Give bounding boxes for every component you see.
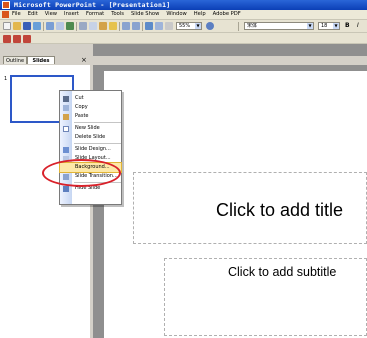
- copy-icon[interactable]: [89, 22, 97, 30]
- title-placeholder[interactable]: Click to add title: [133, 172, 367, 244]
- new-slide-toolbar-icon[interactable]: [3, 35, 11, 43]
- menu-separator: [74, 143, 121, 144]
- menu-item-label: Copy: [75, 104, 88, 110]
- menu-item-delete-slide[interactable]: Delete Slide: [60, 133, 121, 142]
- font-name-value: 宋体: [247, 23, 258, 29]
- new-icon[interactable]: [3, 22, 11, 30]
- standard-toolbar: 55% ▼ 宋体 ▼ 18 ▼ B I: [0, 20, 367, 33]
- chevron-down-icon[interactable]: ▼: [307, 23, 313, 29]
- menu-item-new-slide[interactable]: New Slide: [60, 124, 121, 133]
- hide-slide-icon: [63, 186, 69, 192]
- undo-icon[interactable]: [122, 22, 130, 30]
- insert-table-icon[interactable]: [155, 22, 163, 30]
- menu-separator: [74, 122, 121, 123]
- tables-borders-icon[interactable]: [165, 22, 173, 30]
- menu-item-label: Paste: [75, 113, 89, 119]
- menu-item-label: New Slide: [75, 125, 100, 131]
- menu-item-cut[interactable]: Cut: [60, 94, 121, 103]
- redo-icon[interactable]: [132, 22, 140, 30]
- menu-window[interactable]: Window: [166, 11, 186, 17]
- menu-item-copy[interactable]: Copy: [60, 103, 121, 112]
- menu-item-label: Cut: [75, 95, 84, 101]
- save-icon[interactable]: [23, 22, 31, 30]
- title-placeholder-text: Click to add title: [216, 200, 344, 220]
- chevron-down-icon[interactable]: ▼: [333, 23, 339, 29]
- context-menu: Cut Copy Paste New Slide Delete Slide Sl…: [59, 90, 122, 205]
- slide-design-icon: [63, 147, 69, 153]
- menu-adobe-pdf[interactable]: Adobe PDF: [213, 11, 241, 17]
- subtitle-placeholder-text: Click to add subtitle: [228, 265, 337, 279]
- scissors-icon: [63, 96, 69, 102]
- menu-help[interactable]: Help: [194, 11, 206, 17]
- menu-file[interactable]: File: [12, 11, 21, 17]
- powerpoint-app-icon[interactable]: [2, 1, 10, 9]
- menu-view[interactable]: View: [45, 11, 57, 17]
- design-toolbar-icon[interactable]: [13, 35, 21, 43]
- window-title: Microsoft PowerPoint - [Presentation1]: [14, 1, 171, 9]
- tab-slides[interactable]: Slides: [27, 56, 55, 64]
- print-icon[interactable]: [46, 22, 54, 30]
- zoom-value: 55%: [179, 23, 191, 29]
- drawing-toolbar: [0, 33, 367, 44]
- menu-slide-show[interactable]: Slide Show: [131, 11, 159, 17]
- paste-icon[interactable]: [99, 22, 107, 30]
- annotation-circle: [42, 159, 121, 187]
- chevron-down-icon[interactable]: ▼: [195, 23, 201, 29]
- font-size-select[interactable]: 18 ▼: [318, 22, 340, 30]
- format-painter-icon[interactable]: [109, 22, 117, 30]
- menu-item-label: Delete Slide: [75, 134, 106, 140]
- font-name-select[interactable]: 宋体 ▼: [244, 22, 314, 30]
- permission-icon[interactable]: [33, 22, 41, 30]
- subtitle-placeholder[interactable]: Click to add subtitle: [164, 258, 367, 336]
- spelling-icon[interactable]: [66, 22, 74, 30]
- slide-show-toolbar-icon[interactable]: [23, 35, 31, 43]
- tab-outline[interactable]: Outline: [3, 56, 27, 64]
- title-bar: Microsoft PowerPoint - [Presentation1]: [0, 0, 367, 10]
- italic-button[interactable]: I: [357, 22, 359, 29]
- document-icon[interactable]: [2, 11, 9, 18]
- cut-icon[interactable]: [79, 22, 87, 30]
- menu-insert[interactable]: Insert: [64, 11, 79, 17]
- close-icon[interactable]: ×: [81, 56, 87, 64]
- workspace-ruler: [93, 56, 367, 65]
- zoom-select[interactable]: 55% ▼: [176, 22, 202, 30]
- menu-edit[interactable]: Edit: [28, 11, 38, 17]
- help-icon[interactable]: [206, 22, 214, 30]
- menu-item-paste[interactable]: Paste: [60, 112, 121, 121]
- menu-bar: File Edit View Insert Format Tools Slide…: [0, 10, 367, 20]
- insert-chart-icon[interactable]: [145, 22, 153, 30]
- font-size-value: 18: [321, 23, 328, 29]
- copy-icon: [63, 105, 69, 111]
- menu-format[interactable]: Format: [86, 11, 104, 17]
- pane-tabs: Outline Slides ×: [0, 56, 92, 65]
- menu-item-label: Slide Design...: [75, 146, 111, 152]
- new-slide-icon: [63, 126, 69, 132]
- print-preview-icon[interactable]: [56, 22, 64, 30]
- open-icon[interactable]: [13, 22, 21, 30]
- menu-tools[interactable]: Tools: [111, 11, 124, 17]
- menu-item-slide-design[interactable]: Slide Design...: [60, 145, 121, 154]
- paste-icon: [63, 114, 69, 120]
- slide-number: 1: [4, 76, 8, 82]
- bold-button[interactable]: B: [345, 22, 350, 29]
